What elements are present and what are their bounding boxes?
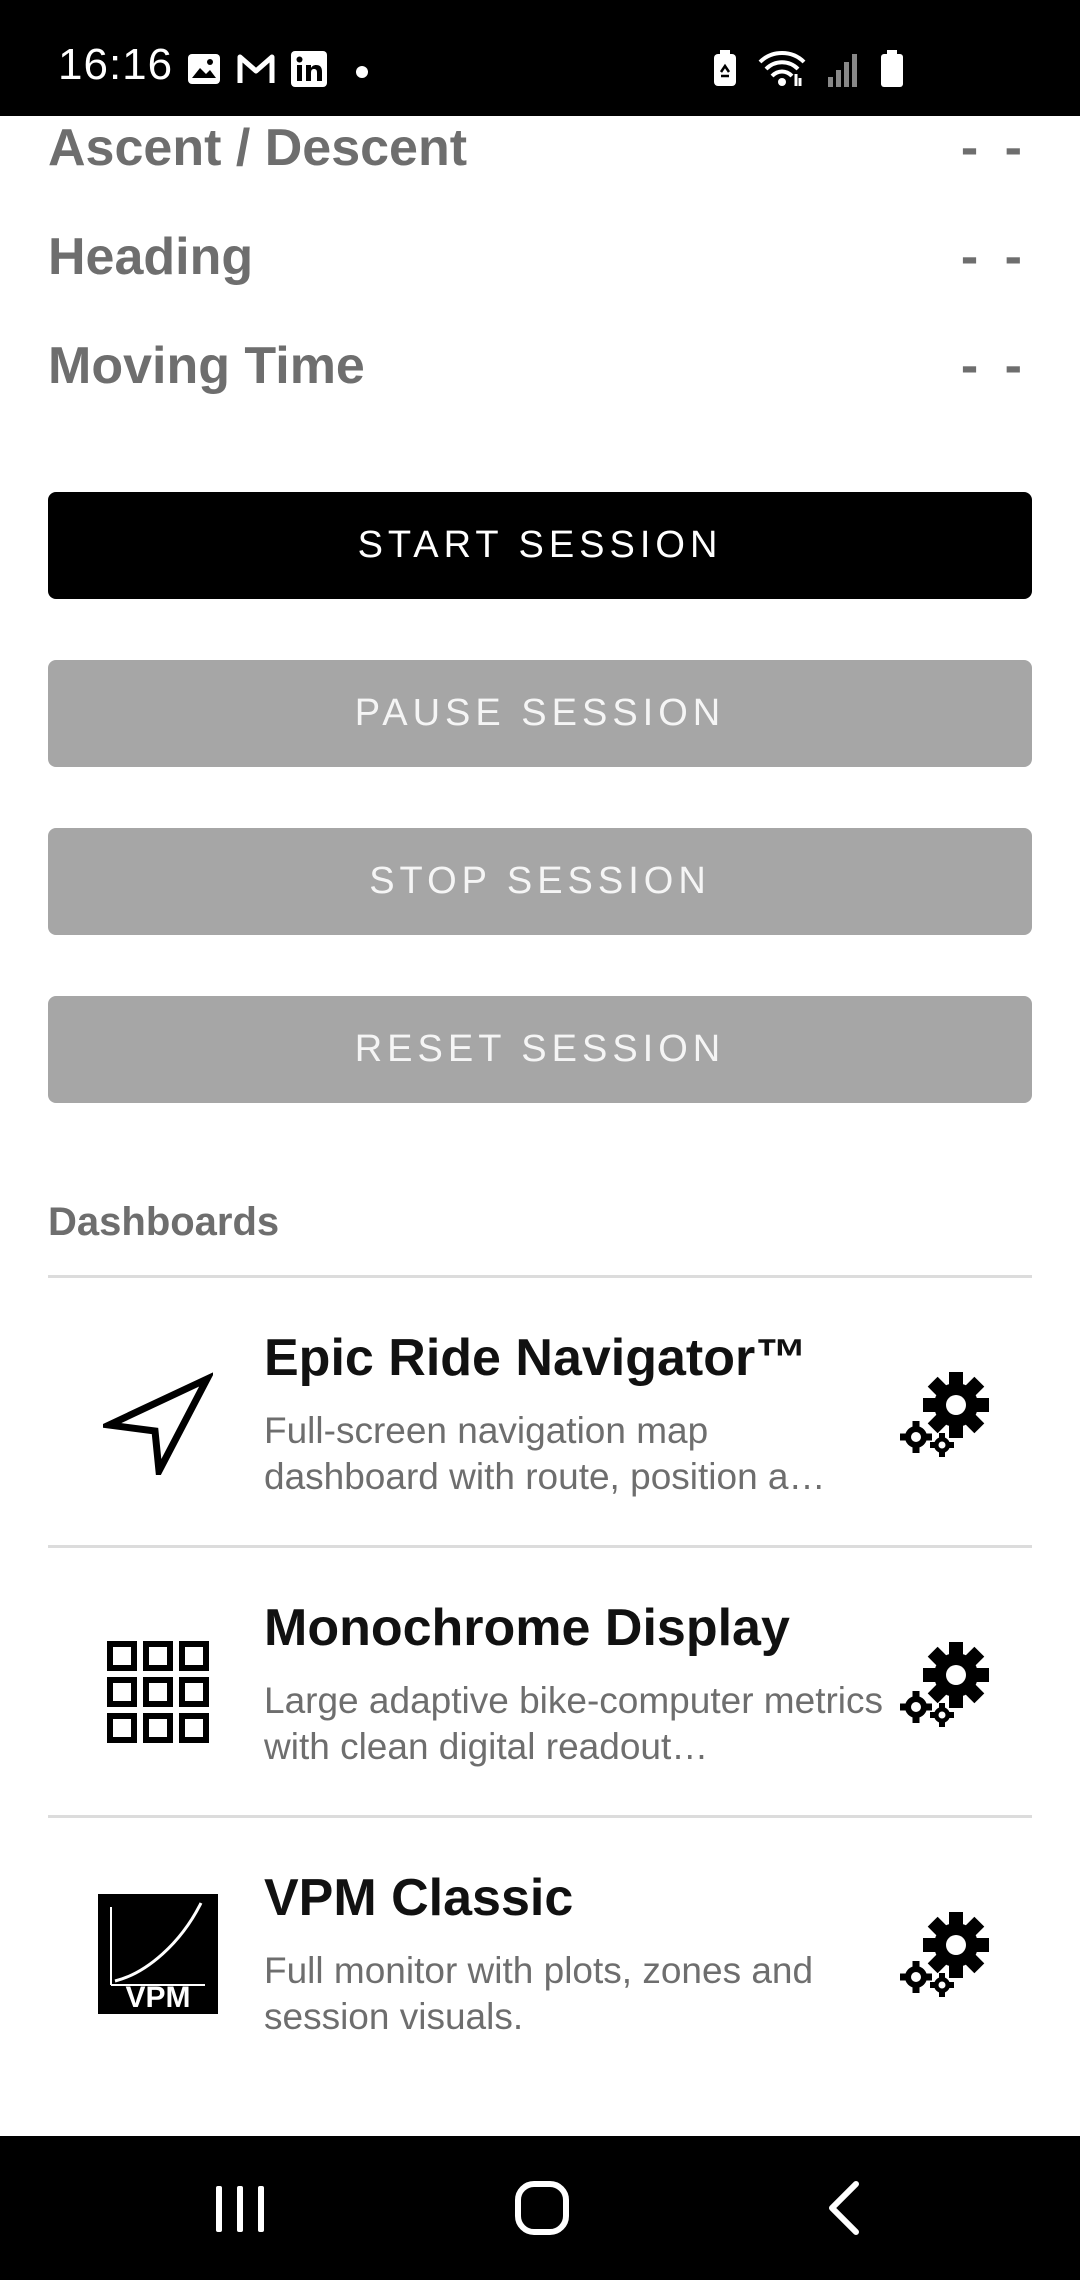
reset-session-button[interactable]: RESET SESSION [48, 996, 1032, 1103]
metric-value: - - [960, 119, 1028, 177]
dashboard-title: Monochrome Display [264, 1599, 790, 1657]
metric-label: Moving Time [48, 337, 365, 395]
notification-dot-icon [356, 65, 368, 78]
dashboard-item-epic-ride-navigator[interactable]: Epic Ride Navigator™ Full-screen navigat… [48, 1278, 1032, 1546]
vpm-logo-icon: VPM [96, 1892, 220, 2016]
dashboard-description: Large adaptive bike-computer metrics wit… [264, 1680, 884, 1767]
stop-session-button[interactable]: STOP SESSION [48, 828, 1032, 935]
gallery-icon [186, 52, 222, 91]
back-icon[interactable] [824, 2180, 864, 2241]
wifi-icon [758, 50, 806, 93]
dashboard-title: VPM Classic [264, 1869, 574, 1927]
navigation-arrow-icon [96, 1358, 220, 1482]
dashboard-title: Epic Ride Navigator™ [264, 1329, 808, 1387]
metric-label: Heading [48, 228, 254, 286]
dashboard-item-monochrome-display[interactable]: Monochrome Display Large adaptive bike-c… [48, 1548, 1032, 1816]
dashboard-item-vpm-classic[interactable]: VPM VPM Classic Full monitor with plots,… [48, 1818, 1032, 2086]
dashboard-description: Full monitor with plots, zones and sessi… [264, 1950, 814, 2037]
battery-saver-icon [712, 50, 738, 93]
metric-label: Ascent / Descent [48, 119, 468, 177]
metric-row-heading: Heading - - [48, 227, 1032, 297]
status-bar: 16:16 [0, 0, 1080, 116]
battery-icon [880, 50, 904, 93]
start-session-button[interactable]: START SESSION [48, 492, 1032, 599]
gear-icon[interactable] [896, 1635, 996, 1735]
grid-icon [96, 1630, 220, 1754]
signal-icon [826, 51, 860, 92]
svg-text:VPM: VPM [125, 1981, 190, 2014]
dashboard-description: Full-screen navigation map dashboard wit… [264, 1410, 826, 1497]
metric-value: - - [960, 337, 1028, 395]
metric-row-ascent-descent: Ascent / Descent - - [48, 118, 1032, 188]
gmail-icon [236, 53, 276, 90]
pause-session-button[interactable]: PAUSE SESSION [48, 660, 1032, 767]
home-icon[interactable] [514, 2180, 570, 2241]
navigation-bar [0, 2136, 1080, 2280]
dashboards-section-title: Dashboards [48, 1200, 280, 1244]
gear-icon[interactable] [896, 1905, 996, 2005]
recents-icon[interactable] [214, 2184, 266, 2239]
status-time: 16:16 [58, 40, 174, 89]
metric-value: - - [960, 228, 1028, 286]
gear-icon[interactable] [896, 1365, 996, 1465]
metric-row-moving-time: Moving Time - - [48, 336, 1032, 406]
linkedin-icon [290, 50, 328, 93]
